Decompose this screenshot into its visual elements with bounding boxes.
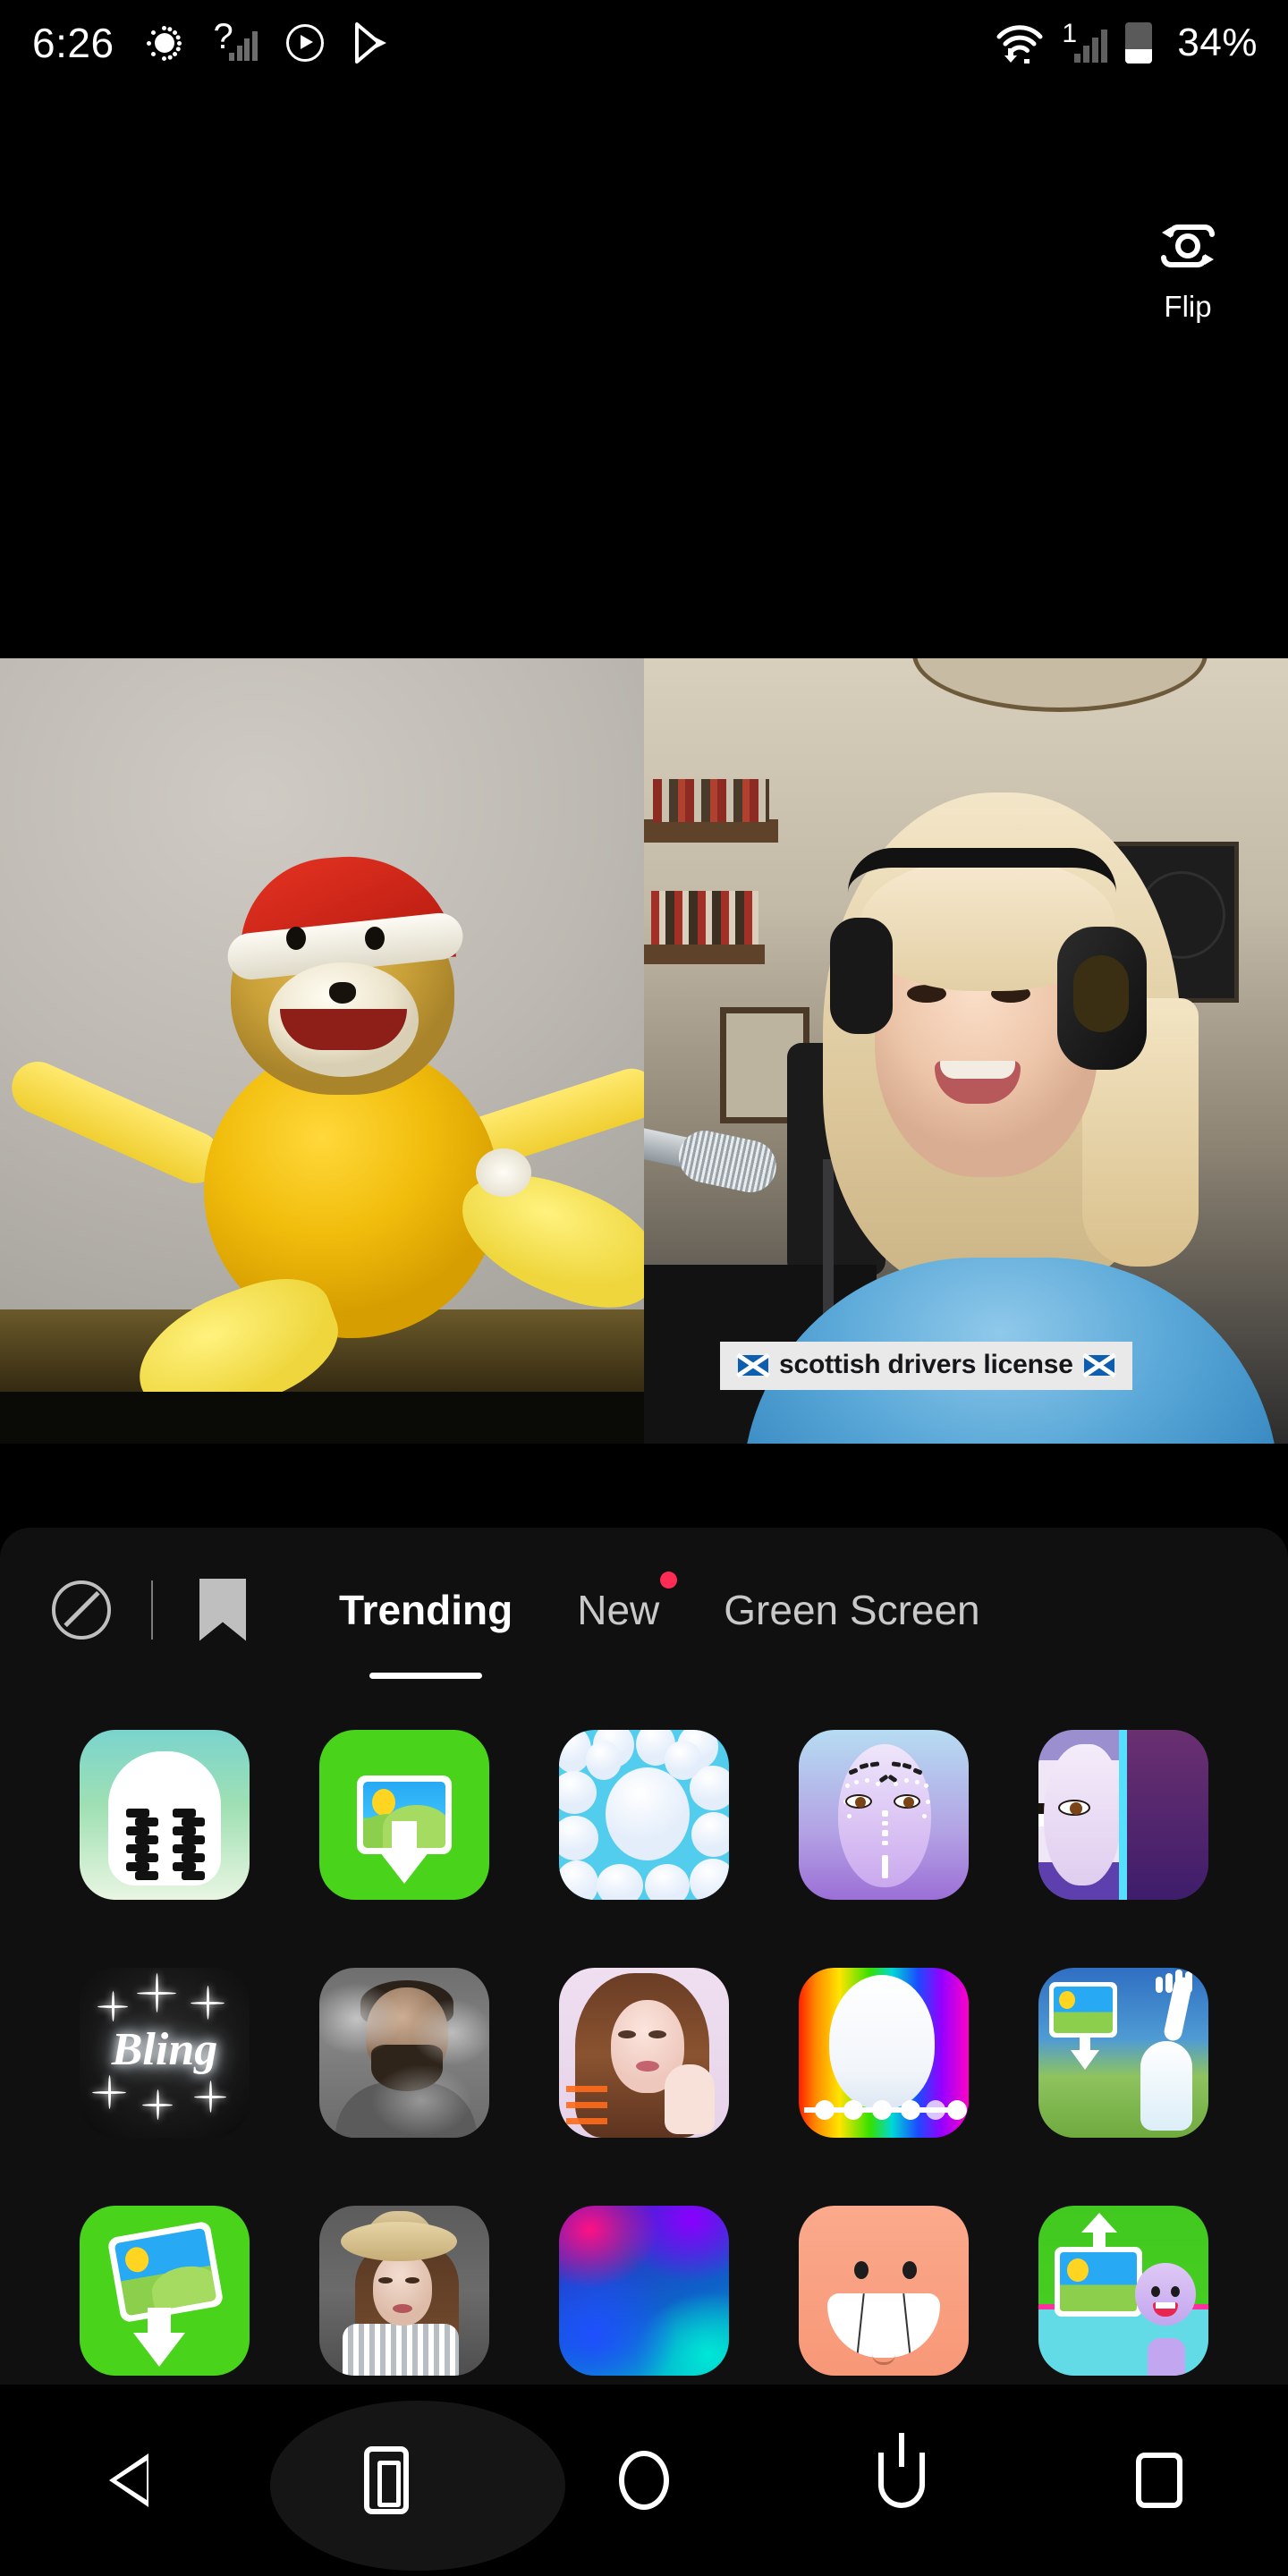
floor-shadow [0, 1392, 644, 1444]
green-photo-tilt-effect[interactable] [80, 2206, 250, 2376]
effect-cell[interactable] [1004, 1730, 1243, 1900]
effects-grid: Bling [0, 1730, 1288, 2376]
battery-percent-label: 34% [1177, 21, 1258, 64]
effect-cell[interactable] [284, 1730, 524, 1900]
bling-effect[interactable]: Bling [80, 1968, 250, 2138]
status-bar-right: 1 34% [995, 21, 1288, 73]
back-button[interactable] [0, 2385, 258, 2576]
effect-cell[interactable] [764, 1968, 1004, 2138]
books [653, 779, 769, 822]
caption-text: scottish drivers license [779, 1350, 1073, 1379]
tab-green-screen[interactable]: Green Screen [691, 1586, 1012, 1634]
tribal-face-paint-effect[interactable] [799, 1730, 969, 1900]
app-screen: 6:26 ? 1 34% Flip scottish drivers licen… [0, 0, 1288, 2576]
green-screen-sticker-effect[interactable] [1038, 2206, 1208, 2376]
green-photo-download-effect[interactable] [319, 1730, 489, 1900]
green-screen-hand-effect[interactable] [1038, 1968, 1208, 2138]
toolbar-divider [151, 1580, 153, 1640]
bubbles-effect[interactable] [559, 1730, 729, 1900]
effect-cell[interactable] [1004, 1968, 1243, 2138]
screenshot-icon [364, 2446, 409, 2514]
books-lower [651, 891, 758, 945]
effect-cell[interactable] [284, 2206, 524, 2376]
home-button[interactable] [515, 2385, 773, 2576]
flip-camera-button[interactable]: Flip [1134, 211, 1241, 324]
video-pane-left[interactable] [0, 658, 644, 1444]
wobble-jelly-effect[interactable] [80, 1730, 250, 1900]
brightness-icon [145, 23, 184, 63]
flip-camera-label: Flip [1164, 290, 1212, 323]
screenshot-button[interactable] [258, 2385, 515, 2576]
scotland-flag-icon [738, 1354, 768, 1376]
power-button[interactable] [773, 2385, 1030, 2576]
effect-cell[interactable] [45, 2206, 284, 2376]
power-icon [878, 2433, 925, 2508]
effect-cell[interactable] [284, 1968, 524, 2138]
play-circle-icon [285, 24, 324, 62]
camera-viewport[interactable]: Flip scottish drivers license Trending N… [0, 86, 1288, 2472]
teddy-bear-subject [4, 775, 644, 1444]
tab-trending-label: Trending [339, 1586, 513, 1633]
neon-gradient-effect[interactable] [559, 2206, 729, 2376]
effect-cell[interactable] [1004, 2206, 1243, 2376]
video-pane-right[interactable]: scottish drivers license [644, 658, 1288, 1444]
tab-new-label: New [577, 1586, 660, 1633]
effect-cell[interactable] [764, 1730, 1004, 1900]
video-caption: scottish drivers license [720, 1342, 1132, 1390]
effect-cell[interactable] [524, 1730, 764, 1900]
rainbow-color-picker-effect[interactable] [799, 1968, 969, 2138]
tab-new[interactable]: New [545, 1571, 691, 1634]
split-video-area: scottish drivers license [0, 658, 1288, 1444]
back-arrow-icon [109, 2453, 148, 2507]
wifi-icon [995, 22, 1045, 73]
recent-apps-button[interactable] [1030, 2385, 1288, 2576]
scotland-flag-icon [1083, 1354, 1114, 1376]
effect-cell[interactable] [524, 1968, 764, 2138]
effect-cell[interactable] [45, 1730, 284, 1900]
tab-green-screen-label: Green Screen [724, 1586, 980, 1633]
effects-tab-bar: Trending New Green Screen [0, 1531, 1288, 1688]
status-bar-clock: 6:26 [32, 20, 114, 66]
effect-cell[interactable]: Bling [45, 1968, 284, 2138]
home-circle-icon [619, 2451, 669, 2510]
bookmark-icon[interactable] [199, 1579, 246, 1641]
no-effect-icon[interactable] [52, 1580, 111, 1640]
bling-label: Bling [111, 2024, 218, 2075]
new-badge-dot [660, 1571, 678, 1589]
active-tab-indicator [369, 1672, 483, 1679]
effect-cell[interactable] [524, 2206, 764, 2376]
status-bar: 6:26 ? 1 34% [0, 0, 1288, 86]
cellular-signal-icon: 1 [1062, 21, 1108, 63]
bookshelf [644, 819, 778, 843]
ceiling-light [912, 658, 1208, 712]
question-signal-icon: ? [214, 19, 258, 64]
hat-portrait-effect[interactable] [319, 2206, 489, 2376]
tab-trending[interactable]: Trending [307, 1586, 545, 1679]
camera-flip-icon [1153, 211, 1223, 281]
glam-portrait-effect[interactable] [559, 1968, 729, 2138]
big-smile-effect[interactable] [799, 2206, 969, 2376]
effects-tabs: Trending New Green Screen [307, 1571, 1013, 1679]
play-store-icon [354, 22, 390, 64]
bookshelf-lower [644, 945, 765, 964]
battery-icon [1125, 22, 1153, 64]
recent-apps-icon [1136, 2453, 1182, 2508]
system-navigation-bar [0, 2385, 1288, 2576]
effect-cell[interactable] [764, 2206, 1004, 2376]
status-bar-left: 6:26 ? [0, 19, 390, 67]
smoky-man-effect[interactable] [319, 1968, 489, 2138]
split-face-effect[interactable] [1038, 1730, 1208, 1900]
